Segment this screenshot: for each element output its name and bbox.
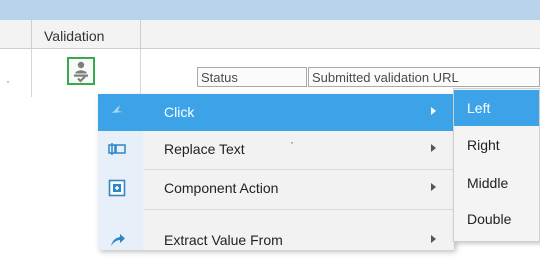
- submenu-item-label: Middle: [467, 175, 509, 191]
- chevron-right-icon: [431, 144, 436, 152]
- menu-item-label: Replace Text: [164, 141, 245, 157]
- menu-item-label: Component Action: [164, 180, 279, 196]
- click-submenu: Left Right Middle Double: [453, 88, 540, 242]
- menu-item-click[interactable]: Click: [98, 94, 454, 131]
- row-column-divider: [140, 49, 141, 97]
- submenu-item-right[interactable]: Right: [454, 127, 539, 163]
- row-marker: ·: [6, 74, 10, 88]
- menu-item-label: Click: [164, 104, 195, 120]
- submenu-item-label: Left: [467, 100, 491, 116]
- validation-icon-button[interactable]: [67, 57, 95, 85]
- submenu-item-label: Double: [467, 211, 512, 227]
- menu-item-label: Extract Value From: [164, 232, 283, 248]
- row-column-divider: [31, 49, 32, 97]
- submitted-validation-url-field[interactable]: Submitted validation URL: [308, 67, 540, 87]
- menu-item-component-action[interactable]: Component Action: [98, 170, 454, 207]
- chevron-right-icon: [431, 183, 436, 191]
- header-column-divider: [31, 20, 32, 48]
- header-column-divider: [140, 20, 141, 48]
- chevron-right-icon: [431, 235, 436, 243]
- submenu-item-left[interactable]: Left: [454, 90, 539, 126]
- extract-arrow-icon: [108, 231, 126, 249]
- pointer-icon: [108, 103, 126, 121]
- context-menu: Click Replace Text Component Action Extr…: [98, 94, 454, 250]
- status-field[interactable]: Status: [197, 67, 307, 87]
- validation-person-check-icon: [74, 61, 88, 83]
- chevron-right-icon: [431, 107, 436, 115]
- submenu-item-middle[interactable]: Middle: [454, 165, 539, 201]
- validation-column-header[interactable]: Validation: [44, 28, 104, 44]
- title-strip: [0, 0, 540, 20]
- submenu-item-double[interactable]: Double: [454, 201, 539, 237]
- replace-text-icon: [108, 140, 126, 158]
- stray-tick-mark: ·: [290, 135, 294, 149]
- menu-item-extract-value-from[interactable]: Extract Value From: [98, 222, 454, 259]
- component-icon: [108, 179, 126, 197]
- submenu-item-label: Right: [467, 137, 500, 153]
- menu-separator: [144, 209, 454, 210]
- menu-item-replace-text[interactable]: Replace Text: [98, 131, 454, 168]
